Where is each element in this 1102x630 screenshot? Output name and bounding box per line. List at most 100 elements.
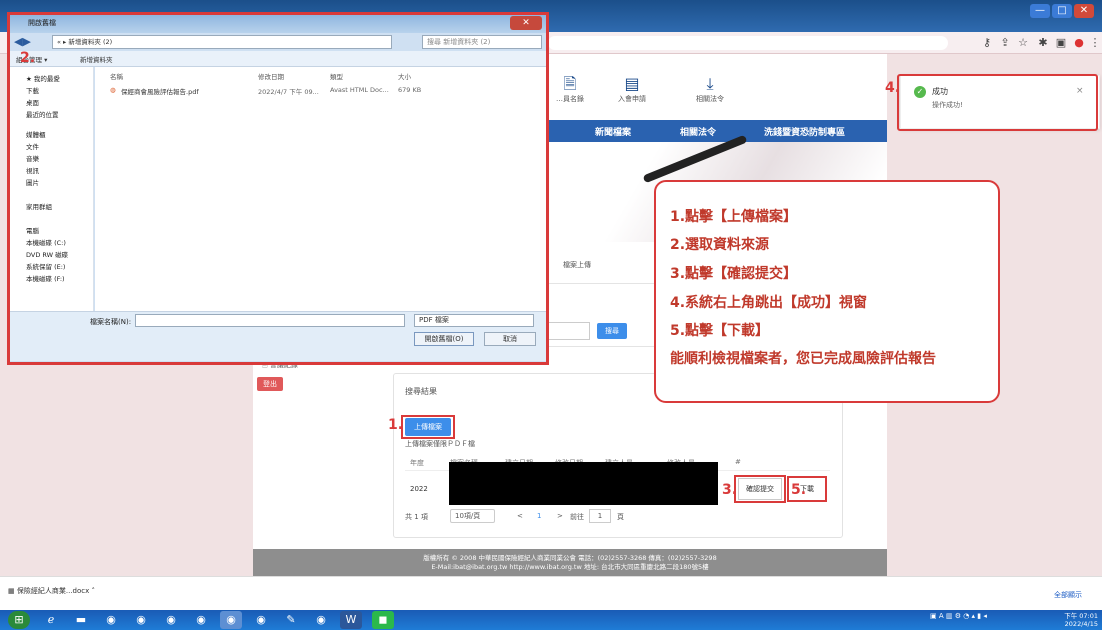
col-type[interactable]: 類型 [330,71,343,81]
col-name[interactable]: 名稱 [110,71,123,81]
tree-videos[interactable]: 視訊 [26,165,39,175]
close-icon[interactable]: × [1076,86,1084,96]
col-date[interactable]: 修改日期 [258,71,284,81]
page-size-select[interactable]: 10項/頁 [450,509,495,523]
url-field[interactable] [548,36,948,50]
back-forward-icon[interactable]: ◀▶ [14,35,31,48]
next-page-button[interactable]: > [557,512,563,520]
dialog-toolbar: 組合管理 ▾ 新增資料夾 [10,51,546,67]
download-icon: ⤓ [706,74,714,93]
filetype-select[interactable]: PDF 檔案 [414,314,534,327]
redacted-row-data [449,462,718,505]
downloads-bar [0,576,1102,610]
maximize-button[interactable]: □ [1052,4,1072,18]
filename-input[interactable] [135,314,405,327]
prev-page-button[interactable]: < [517,512,523,520]
chrome-icon[interactable]: ◉ [130,611,152,629]
cancel-button[interactable]: 取消 [484,332,536,346]
show-all-downloads[interactable]: 全部顯示 [1054,590,1082,600]
highlight-toast [897,74,1098,131]
filename-label: 檔案名稱(N): [90,318,132,326]
tree-drive-c[interactable]: 本機磁碟 (C:) [26,237,66,247]
toast-message: 操作成功! [932,101,963,109]
logout-button[interactable]: 登出 [257,377,283,391]
key-icon[interactable]: ⚷ [980,36,994,50]
line-icon[interactable]: ◼ [372,611,394,629]
search-button[interactable]: 搜尋 [597,323,627,339]
profile-icon[interactable]: ● [1072,36,1086,50]
tree-dvd[interactable]: DVD RW 磁碟 [26,249,68,259]
member-list-link[interactable]: 🗎 …員名錄 [540,74,600,104]
mark-5: 5. [791,482,807,498]
chrome-icon[interactable]: ◉ [310,611,332,629]
dialog-search[interactable]: 搜尋 新增資料夾 (2) [422,35,542,49]
folder-icon[interactable]: ▬ [70,611,92,629]
step-4: 4.系統右上角跳出【成功】視窗 [670,295,868,311]
sidepanel-icon[interactable]: ▣ [1054,36,1068,50]
mark-3: 3. [722,482,738,498]
file-row[interactable]: ◍ 保經商會風險評估報告.pdf 2022/4/7 下午 09... Avast… [110,86,440,98]
goto-input[interactable]: 1 [589,509,611,523]
chrome-icon[interactable]: ◉ [250,611,272,629]
pdf-file-icon: ◍ [110,86,116,94]
nav-news[interactable]: 新聞檔案 [595,125,631,138]
tree-homegroup[interactable]: 家用群組 [26,201,52,211]
tree-documents[interactable]: 文件 [26,141,39,151]
highlight-upload [401,415,455,439]
form-icon: ▤ [624,74,640,93]
tree-downloads[interactable]: 下載 [26,85,39,95]
download-item[interactable]: ▦ 保險經紀人商業...docx ˄ [8,586,95,596]
word-file-icon: ▦ [8,587,17,595]
row-year: 2022 [410,485,428,493]
mark-1: 1. [388,417,404,433]
chrome-icon[interactable]: ◉ [190,611,212,629]
word-icon[interactable]: W [340,611,362,629]
chrome-icon[interactable]: ◉ [220,611,242,629]
toast-title: 成功 [932,87,948,96]
col-year: 年度 [410,459,424,467]
close-window-button[interactable]: ✕ [1074,4,1094,18]
dialog-path[interactable]: « ▸ 新增資料夾 (2) [52,35,392,49]
chrome-icon[interactable]: ◉ [100,611,122,629]
minimize-button[interactable]: — [1030,4,1050,18]
tree-desktop[interactable]: 桌面 [26,97,39,107]
tree-computer[interactable]: 電腦 [26,225,39,235]
star-icon[interactable]: ☆ [1016,36,1030,50]
step-2: 2.選取資料來源 [670,237,770,253]
regulations-link[interactable]: ⤓ 相關法令 [680,74,740,104]
pagination: 共 1 項 10項/頁 < 1 > 前往 1 頁 [405,509,835,526]
chrome-icon[interactable]: ◉ [160,611,182,629]
footer-contact: E-Mail:ibat@ibat.org.tw http://www.ibat.… [431,563,709,571]
tree-libraries[interactable]: 媒體櫃 [26,129,46,139]
extensions-icon[interactable]: ✱ [1036,36,1050,50]
tree-recent[interactable]: 最近的位置 [26,109,59,119]
dialog-close-button[interactable]: ✕ [510,16,542,30]
footer-copyright: 版權所有 © 2008 中華民國保險經紀人商業同業公會 電話：(02)2557-… [423,554,717,562]
share-icon[interactable]: ⇪ [998,36,1012,50]
start-icon[interactable]: ⊞ [8,611,30,629]
tree-drive-f[interactable]: 本機磁碟 (F:) [26,273,65,283]
tree-drive-e[interactable]: 系統保留 (E:) [26,261,65,271]
menu-icon[interactable]: ⋮ [1088,36,1102,50]
mark-2: 2. [20,50,36,66]
new-folder-button[interactable]: 新增資料夾 [80,54,113,64]
dialog-titlebar [10,15,546,33]
nav-aml[interactable]: 洗錢暨資恐防制專區 [764,125,845,138]
tree-favorites[interactable]: ★ 我的最愛 [26,73,60,83]
open-button[interactable]: 開啟舊檔(O) [414,332,474,346]
ie-icon[interactable]: ℯ [40,611,62,629]
dialog-file-list [95,67,546,311]
paint-icon[interactable]: ✎ [280,611,302,629]
join-application-link[interactable]: ▤ 入會申請 [602,74,662,104]
tree-pictures[interactable]: 圖片 [26,177,39,187]
step-conclusion: 能順利檢視檔案者，您已完成風險評估報告 [670,351,936,367]
tree-music[interactable]: 音樂 [26,153,39,163]
page-number[interactable]: 1 [537,512,541,520]
col-size[interactable]: 大小 [398,71,411,81]
system-tray: ▣ A ▥ ⚙ ◔ ▴ ▮ ◂ [930,612,987,620]
step-3: 3.點擊【確認提交】 [670,266,798,282]
dialog-nav-pane: ★ 我的最愛 下載 桌面 最近的位置 媒體櫃 文件 音樂 視訊 圖片 家用群組 … [10,67,94,311]
nav-regulations[interactable]: 相關法令 [680,125,716,138]
upload-hint: 上傳檔案僅限ＰＤＦ檔 [405,440,475,448]
chevron-up-icon[interactable]: ˄ [89,587,95,595]
